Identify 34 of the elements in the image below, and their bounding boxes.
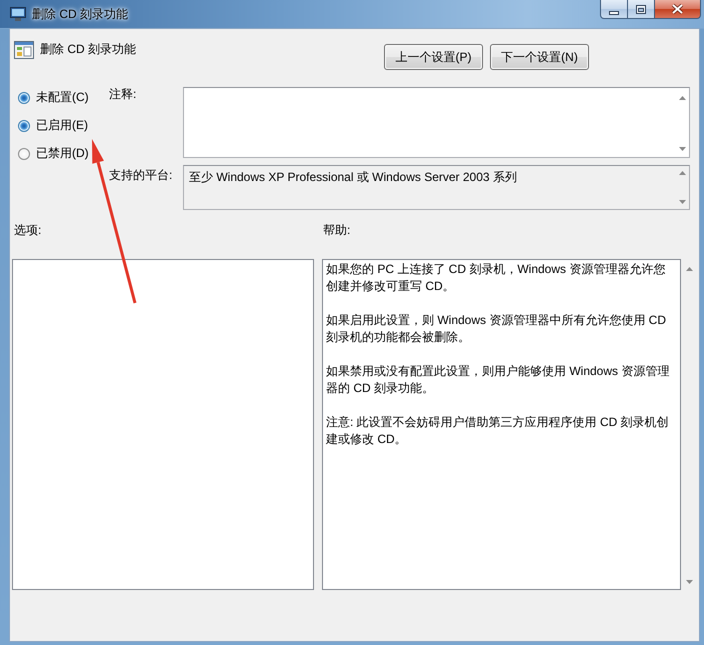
window-title: 删除 CD 刻录功能 bbox=[32, 6, 128, 23]
radio-option[interactable]: 已启用(E) bbox=[18, 117, 109, 134]
platform-label: 支持的平台: bbox=[109, 167, 174, 184]
form-window-icon bbox=[14, 40, 34, 60]
help-paragraph: 如果启用此设置，则 Windows 资源管理器中所有允许您使用 CD 刻录机的功能都会被删除。 bbox=[326, 312, 668, 346]
scroll-down-icon[interactable] bbox=[678, 200, 686, 204]
close-icon bbox=[672, 4, 683, 14]
scroll-down-icon[interactable] bbox=[686, 580, 693, 584]
radio-option[interactable]: 已禁用(D) bbox=[18, 145, 109, 162]
options-label: 选项: bbox=[14, 223, 42, 237]
minimize-button[interactable] bbox=[600, 0, 628, 19]
help-paragraph: 注意: 此设置不会妨碍用户借助第三方应用程序使用 CD 刻录机创建或修改 CD。 bbox=[326, 414, 670, 448]
scroll-up-icon[interactable] bbox=[678, 171, 686, 175]
scroll-up-icon[interactable] bbox=[678, 96, 686, 100]
comment-label: 注释: bbox=[109, 87, 138, 103]
comment-field[interactable] bbox=[183, 87, 690, 158]
help-label: 帮助: bbox=[323, 222, 350, 239]
radio-icon[interactable] bbox=[18, 92, 30, 104]
radio-icon[interactable] bbox=[18, 120, 30, 132]
close-button[interactable] bbox=[655, 0, 701, 19]
radio-option[interactable]: 未配置(C) bbox=[18, 89, 109, 106]
monitor-icon bbox=[10, 6, 26, 22]
nav-button[interactable]: 上一个设置(P) bbox=[384, 44, 483, 70]
maximize-icon bbox=[636, 4, 646, 14]
maximize-button[interactable] bbox=[628, 0, 655, 19]
radio-icon[interactable] bbox=[18, 148, 30, 160]
help-paragraph: 如果禁用或没有配置此设置，则用户能够使用 Windows 资源管理器的 CD 刻录功能。 bbox=[326, 363, 670, 397]
scroll-down-icon[interactable] bbox=[678, 147, 686, 151]
minimize-icon bbox=[609, 10, 619, 14]
scroll-up-icon[interactable] bbox=[686, 267, 693, 271]
nav-button[interactable]: 下一个设置(N) bbox=[490, 44, 589, 70]
platform-field: 至少 Windows XP Professional 或 Windows Server 2003 系列 bbox=[183, 165, 690, 210]
policy-title: 删除 CD 刻录功能 bbox=[40, 41, 136, 58]
help-paragraph: 如果您的 PC 上连接了 CD 刻录机，Windows 资源管理器允许您创建并修改可重写 CD。 bbox=[326, 261, 666, 295]
